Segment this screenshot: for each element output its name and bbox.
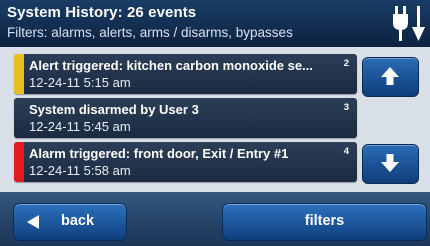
event-row[interactable]: System disarmed by User 3 12-24-11 5:45 … [14,98,357,138]
back-button-label: back [61,213,95,229]
event-list: Alert triggered: kitchen carbon monoxide… [14,54,357,186]
filters-button[interactable]: filters [222,203,427,241]
event-message: Alarm triggered: front door, Exit / Entr… [29,146,289,161]
event-row[interactable]: Alert triggered: kitchen carbon monoxide… [14,54,357,94]
power-plug-icon [393,5,429,43]
header-bar: System History: 26 events Filters: alarm… [0,0,430,47]
event-time: 12-24-11 5:45 am [29,119,131,134]
event-severity-bar [14,54,24,94]
event-number: 3 [343,102,349,113]
scroll-down-button[interactable] [362,144,419,184]
arrow-down-icon [381,154,399,172]
scroll-up-button[interactable] [362,57,419,97]
event-severity-bar [14,142,24,182]
filters-button-label: filters [304,213,345,229]
page-title: System History: 26 events [7,4,197,21]
event-message: Alert triggered: kitchen carbon monoxide… [29,58,313,73]
back-button[interactable]: back [13,203,127,241]
triangle-left-icon [27,215,39,229]
event-row[interactable]: Alarm triggered: front door, Exit / Entr… [14,142,357,182]
event-time: 12-24-11 5:15 am [29,75,131,90]
event-number: 2 [343,58,349,69]
event-time: 12-24-11 5:58 am [29,163,131,178]
arrow-up-icon [381,67,399,85]
filters-summary: Filters: alarms, alerts, arms / disarms,… [7,25,293,40]
event-number: 4 [343,146,349,157]
event-message: System disarmed by User 3 [29,102,199,117]
event-severity-bar [14,98,24,138]
